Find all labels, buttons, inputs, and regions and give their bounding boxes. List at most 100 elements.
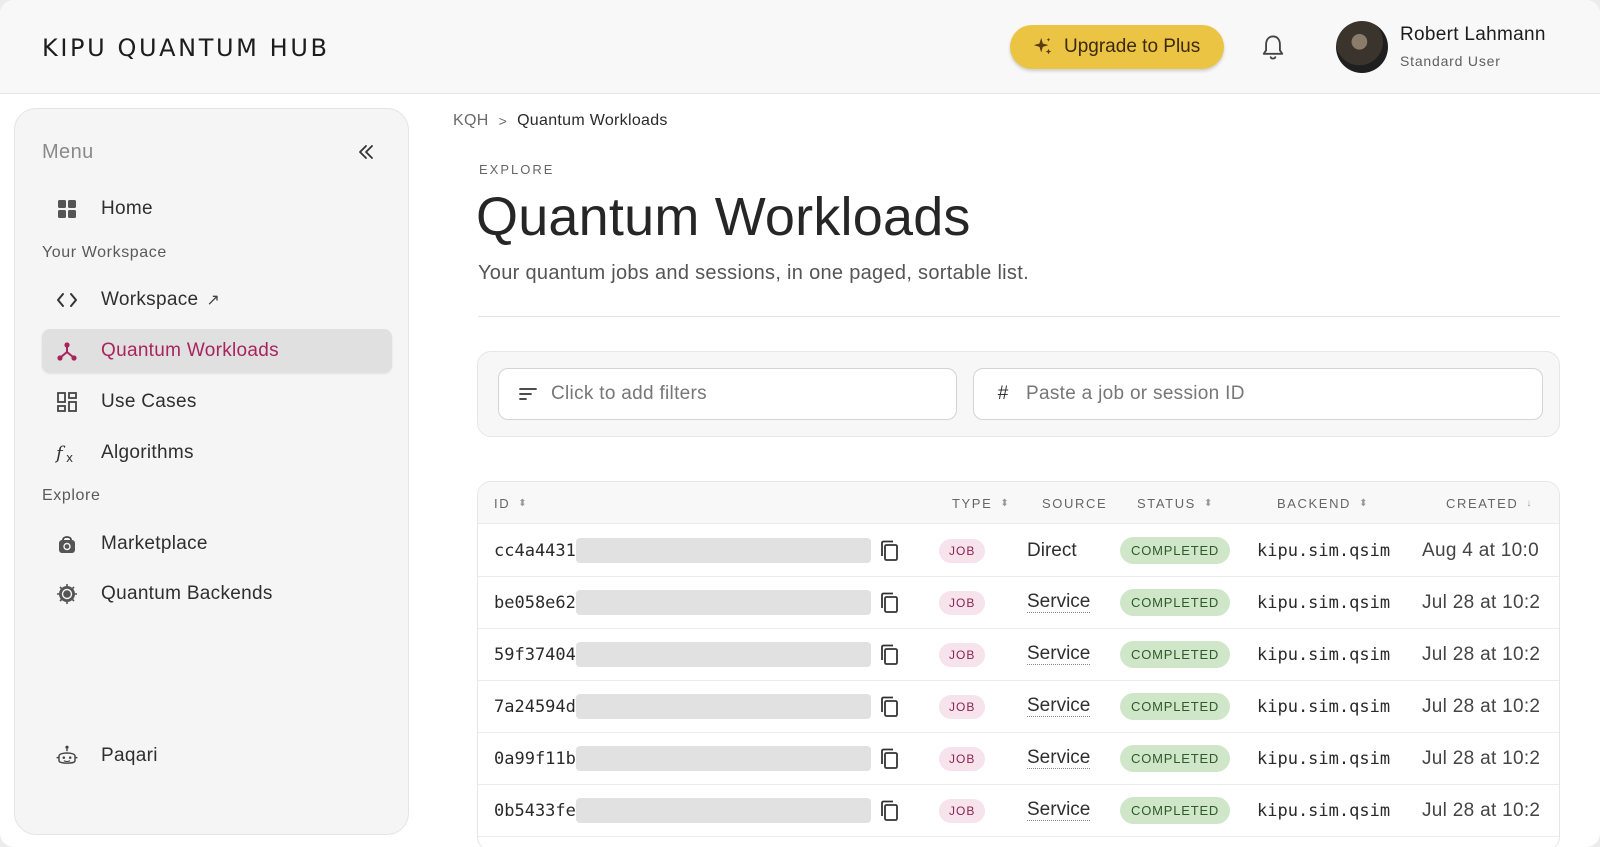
- sidebar-item-quantum-backends[interactable]: Quantum Backends: [42, 572, 392, 616]
- robot-icon: [55, 744, 79, 768]
- breadcrumb-separator-icon: >: [498, 113, 508, 129]
- avatar[interactable]: [1336, 21, 1388, 73]
- external-link-icon: ↗: [206, 292, 221, 309]
- sort-icon: ↓: [1526, 498, 1532, 509]
- workload-id[interactable]: be058e62: [494, 593, 576, 613]
- backend-value: kipu.sim.qsim: [1257, 696, 1391, 717]
- table-row[interactable]: cc4a4431 JOB Direct COMPLETED kipu.sim.qsim A…: [478, 524, 1559, 577]
- sort-icon: ⬍: [1359, 498, 1368, 509]
- redacted-id-bar: [575, 538, 871, 563]
- type-cell: JOB: [939, 784, 986, 837]
- status-cell: COMPLETED: [1120, 784, 1231, 837]
- backend-value: kipu.sim.qsim: [1257, 540, 1391, 561]
- workload-id[interactable]: 59f37404: [494, 645, 576, 665]
- column-header-created[interactable]: CREATED ↓: [1446, 496, 1531, 511]
- backend-cell: kipu.sim.qsim: [1257, 628, 1390, 681]
- created-value: Aug 4 at 10:0: [1422, 539, 1539, 561]
- source-value[interactable]: Service: [1027, 696, 1091, 717]
- status-badge: COMPLETED: [1120, 745, 1231, 772]
- page-eyebrow: EXPLORE: [479, 162, 555, 177]
- sidebar-item-algorithms[interactable]: f x Algorithms: [42, 431, 392, 475]
- id-cell: 59f37404: [494, 628, 871, 681]
- sidebar-item-workspace[interactable]: Workspace ↗: [42, 278, 392, 322]
- grid-icon: [55, 197, 79, 221]
- backend-value: kipu.sim.qsim: [1257, 592, 1391, 613]
- column-header-type[interactable]: TYPE ⬍: [952, 496, 1009, 511]
- column-label: TYPE: [952, 496, 993, 511]
- workload-id[interactable]: 7a24594d: [494, 697, 576, 717]
- sidebar-item-home[interactable]: Home: [42, 187, 392, 231]
- svg-text:x: x: [66, 451, 73, 464]
- sidebar-item-label: Quantum Workloads: [101, 340, 279, 361]
- source-value[interactable]: Service: [1027, 644, 1091, 665]
- sort-icon: ⬍: [1000, 498, 1009, 509]
- sidebar-item-marketplace[interactable]: Marketplace: [42, 522, 392, 566]
- status-cell: COMPLETED: [1120, 576, 1231, 629]
- status-cell: COMPLETED: [1120, 524, 1231, 577]
- app-logo[interactable]: KIPU QUANTUM HUB: [42, 34, 330, 62]
- upgrade-button[interactable]: Upgrade to Plus: [1010, 25, 1224, 69]
- copy-icon[interactable]: [878, 747, 900, 771]
- backend-cell: kipu.sim.qsim: [1257, 576, 1390, 629]
- table-row[interactable]: 0a99f11b JOB Service COMPLETED kipu.sim.qsim…: [478, 732, 1559, 785]
- sidebar-item-label: Paqari: [101, 745, 158, 766]
- column-label: ID: [494, 496, 511, 511]
- sidebar-item-quantum-workloads[interactable]: Quantum Workloads: [42, 329, 392, 373]
- column-header-id[interactable]: ID ⬍: [494, 496, 527, 511]
- id-cell: cc4a4431: [494, 524, 871, 577]
- created-value: Jul 28 at 10:2: [1422, 747, 1541, 769]
- bell-icon[interactable]: [1259, 33, 1287, 63]
- sidebar-item-label: Algorithms: [101, 442, 194, 463]
- menu-title: Menu: [42, 141, 94, 163]
- status-cell: COMPLETED: [1120, 732, 1231, 785]
- type-badge: JOB: [939, 590, 986, 615]
- copy-icon[interactable]: [878, 643, 900, 667]
- workload-id[interactable]: 0b5433fe: [494, 801, 576, 821]
- filter-placeholder: Click to add filters: [551, 383, 707, 404]
- id-search-input[interactable]: # Paste a job or session ID: [973, 368, 1543, 420]
- copy-icon[interactable]: [878, 591, 900, 615]
- copy-icon[interactable]: [878, 539, 900, 563]
- table-row[interactable]: 59f37404 JOB Service COMPLETED kipu.sim.qsim…: [478, 628, 1559, 681]
- type-cell: JOB: [939, 524, 986, 577]
- copy-icon[interactable]: [878, 799, 900, 823]
- column-header-status[interactable]: STATUS ⬍: [1137, 496, 1212, 511]
- created-value: Jul 28 at 10:2: [1422, 799, 1541, 821]
- copy-icon[interactable]: [878, 695, 900, 719]
- shopping-bag-icon: [55, 532, 79, 556]
- created-cell: Jul 28 at 10:2: [1422, 680, 1540, 733]
- source-cell: Service: [1027, 784, 1091, 837]
- id-cell: be058e62: [494, 576, 871, 629]
- chip-icon: [55, 582, 79, 606]
- table-row[interactable]: 0b5433fe JOB Service COMPLETED kipu.sim.qsim…: [478, 784, 1559, 837]
- function-icon: f x: [55, 441, 79, 465]
- table-row[interactable]: be058e62 JOB Service COMPLETED kipu.sim.qsim…: [478, 576, 1559, 629]
- source-cell: Service: [1027, 680, 1091, 733]
- collapse-sidebar-icon[interactable]: [355, 141, 377, 163]
- created-value: Jul 28 at 10:2: [1422, 591, 1541, 613]
- app-window: KIPU QUANTUM HUB Upgrade to Plus Robert …: [0, 0, 1600, 847]
- sidebar-item-use-cases[interactable]: Use Cases: [42, 380, 392, 424]
- breadcrumb-root[interactable]: KQH: [453, 112, 489, 130]
- column-label: STATUS: [1137, 496, 1196, 511]
- source-value[interactable]: Service: [1027, 800, 1091, 821]
- breadcrumb: KQH > Quantum Workloads: [453, 112, 668, 130]
- sidebar-item-label: Use Cases: [101, 391, 197, 412]
- workload-id[interactable]: 0a99f11b: [494, 749, 576, 769]
- type-cell: JOB: [939, 576, 986, 629]
- backend-value: kipu.sim.qsim: [1257, 748, 1391, 769]
- source-value[interactable]: Service: [1027, 748, 1091, 769]
- backend-cell: kipu.sim.qsim: [1257, 680, 1390, 733]
- column-header-source: SOURCE: [1042, 496, 1107, 511]
- dashboard-icon: [55, 390, 79, 414]
- created-cell: Jul 28 at 10:2: [1422, 576, 1540, 629]
- status-cell: COMPLETED: [1120, 628, 1231, 681]
- column-header-backend[interactable]: BACKEND ⬍: [1277, 496, 1367, 511]
- source-value[interactable]: Service: [1027, 592, 1091, 613]
- sidebar-item-paqari[interactable]: Paqari: [42, 734, 392, 778]
- table-row[interactable]: 7a24594d JOB Service COMPLETED kipu.sim.qsim…: [478, 680, 1559, 733]
- workload-id[interactable]: cc4a4431: [494, 541, 576, 561]
- backend-cell: kipu.sim.qsim: [1257, 784, 1390, 837]
- svg-text:f: f: [55, 443, 66, 464]
- filter-input[interactable]: Click to add filters: [498, 368, 957, 420]
